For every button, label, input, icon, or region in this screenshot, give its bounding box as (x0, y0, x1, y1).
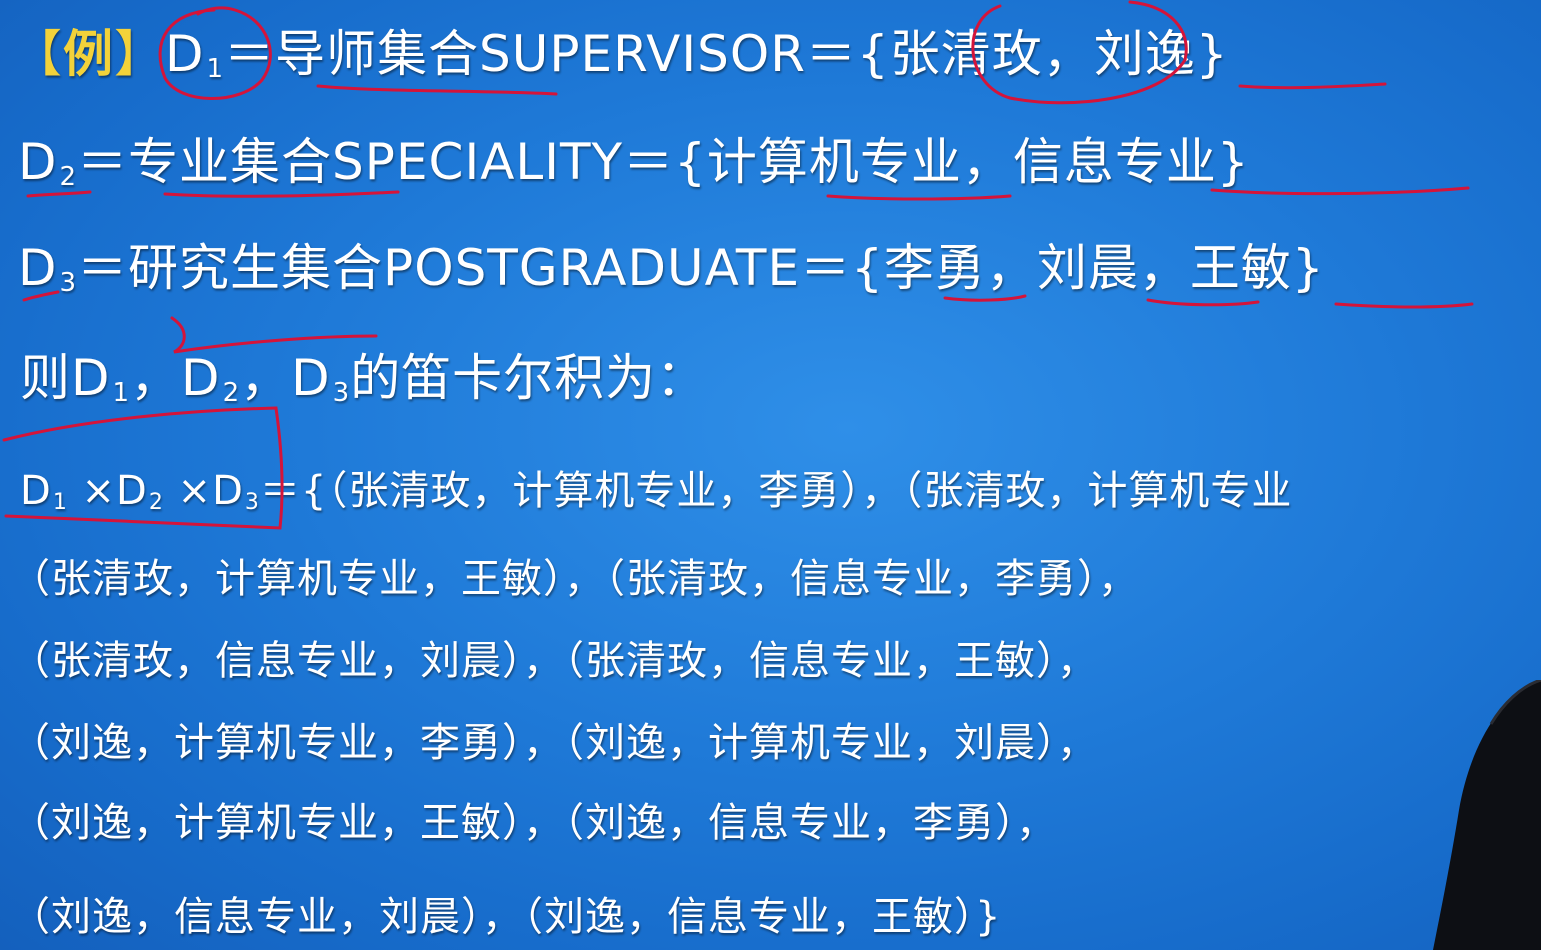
underline-wangmin-mark (1334, 302, 1474, 309)
d1-symbol: D (165, 25, 205, 83)
d1-subscript: 1 (206, 54, 225, 84)
intro-prefix: 则D (20, 349, 111, 407)
intro-sep1: ，D (130, 349, 221, 407)
d1-definition: ＝导师集合SUPERVISOR＝{张清玫，刘逸} (224, 25, 1229, 83)
underline-computer-mark (826, 194, 1012, 201)
intro-sub2: 2 (222, 378, 241, 408)
underline-liuyi-mark (1238, 82, 1387, 90)
product-sub3: 3 (244, 490, 260, 515)
tuple-line: （刘逸，信息专业，刘晨），（刘逸，信息专业，王敏）} (10, 894, 1002, 940)
underline-supervisor-mark (316, 84, 558, 96)
intro-rest: 的笛卡尔积为： (350, 349, 708, 407)
product-sub2: 2 (148, 490, 164, 515)
product-times2: ×D (163, 468, 244, 514)
d2-symbol: D (18, 133, 58, 191)
lecture-slide: 【例】D1＝导师集合SUPERVISOR＝{张清玫，刘逸} D2＝专业集合SPE… (0, 0, 1541, 950)
product-times1: ×D (67, 468, 148, 514)
d2-subscript: 2 (59, 162, 78, 192)
d3-definition: ＝研究生集合POSTGRADUATE＝{李勇，刘晨，王敏} (77, 239, 1325, 297)
d2-definition: ＝专业集合SPECIALITY＝{计算机专业，信息专业} (77, 133, 1250, 191)
underline-liuchen-mark (1146, 298, 1260, 307)
underline-info-mark (1210, 186, 1470, 196)
example-tag-right-bracket: 】 (114, 25, 165, 83)
example-tag: 例 (63, 25, 114, 83)
example-line-d1: 【例】D1＝导师集合SUPERVISOR＝{张清玫，刘逸} (12, 14, 1229, 86)
product-tuples-start: ＝{（张清玫，计算机专业，李勇），（张清玫，计算机专业 (259, 468, 1293, 514)
definition-line-d2: D2＝专业集合SPECIALITY＝{计算机专业，信息专业} (18, 122, 1250, 194)
product-sub1: 1 (52, 490, 68, 515)
product-d1: D (20, 468, 52, 514)
example-tag-left-bracket: 【 (12, 25, 63, 83)
definition-line-d3: D3＝研究生集合POSTGRADUATE＝{李勇，刘晨，王敏} (18, 228, 1325, 300)
cartesian-intro-line: 则D1，D2，D3的笛卡尔积为： (20, 338, 707, 410)
tuple-line: （刘逸，计算机专业，王敏），（刘逸，信息专业，李勇）， (10, 800, 1057, 846)
intro-sub1: 1 (112, 378, 131, 408)
d3-symbol: D (18, 239, 58, 297)
presenter-silhouette (1433, 680, 1541, 950)
intro-sub3: 3 (332, 378, 351, 408)
intro-sep2: ，D (240, 349, 331, 407)
tuple-line: （张清玫，计算机专业，王敏），（张清玫，信息专业，李勇）， (10, 556, 1139, 602)
cartesian-product-line: D1 ×D2 ×D3＝{（张清玫，计算机专业，李勇），（张清玫，计算机专业 (20, 458, 1292, 516)
tuple-line: （张清玫，信息专业，刘晨），（张清玫，信息专业，王敏）， (10, 638, 1098, 684)
tuple-line: （刘逸，计算机专业，李勇），（刘逸，计算机专业，刘晨）， (10, 720, 1098, 766)
d3-subscript: 3 (59, 268, 78, 298)
